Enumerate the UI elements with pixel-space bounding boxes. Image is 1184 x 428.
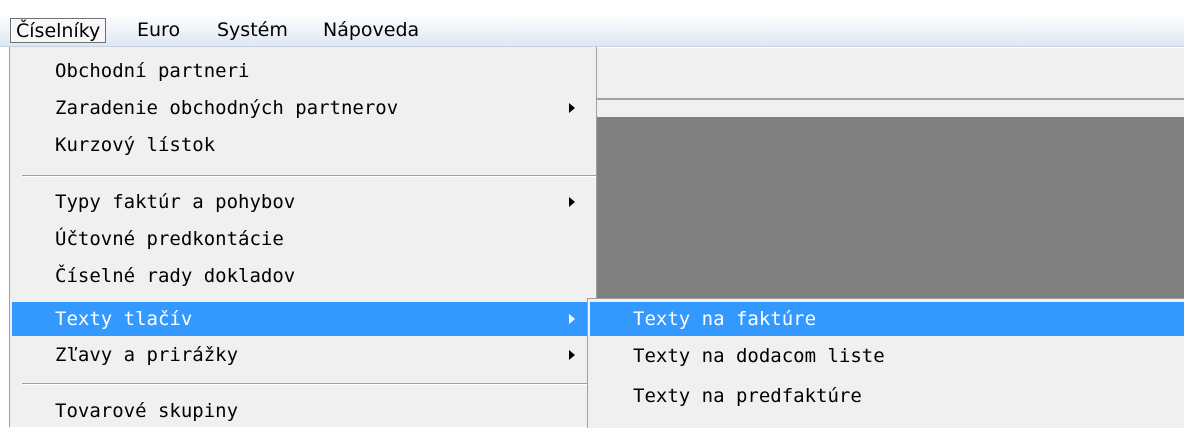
menu-item-zaradenie-partnerov[interactable]: Zaradenie obchodných partnerov <box>10 91 596 125</box>
menu-item-uctovne-predkontacie[interactable]: Účtovné predkontácie <box>10 222 596 256</box>
submenu-item-label: Texty na faktúre <box>633 308 817 330</box>
menu-separator <box>22 383 596 385</box>
menu-item-label: Typy faktúr a pohybov <box>55 191 296 213</box>
menu-item-label: Kurzový lístok <box>55 134 216 156</box>
dropdown-menu: Obchodní partneri Zaradenie obchodných p… <box>9 47 597 427</box>
chevron-right-icon <box>569 197 575 207</box>
menu-item-label: Číselné rady dokladov <box>55 265 296 287</box>
menu-item-kurzovy-listok[interactable]: Kurzový lístok <box>10 128 596 162</box>
workspace-area <box>596 117 1184 301</box>
menu-item-label: Obchodní partneri <box>55 60 250 82</box>
menu-item-label: Zľavy a prirážky <box>55 344 239 366</box>
chevron-right-icon <box>569 103 575 113</box>
menubar-item-system[interactable]: Systém <box>212 18 293 43</box>
menu-item-obchodni-partneri[interactable]: Obchodní partneri <box>10 54 596 88</box>
submenu-item-label: Texty na predfaktúre <box>633 385 862 407</box>
submenu-texty-tlaciv: Texty na faktúre Texty na dodacom liste … <box>587 298 1184 428</box>
submenu-item-texty-na-fakture[interactable]: Texty na faktúre <box>590 302 1184 336</box>
chevron-right-icon <box>569 350 575 360</box>
toolbar-area <box>596 48 1184 100</box>
menubar-item-euro[interactable]: Euro <box>132 18 185 43</box>
menu-bar: Číselníky Euro Systém Nápoveda <box>0 14 1184 47</box>
menu-item-label: Tovarové skupiny <box>55 400 239 422</box>
menu-item-tovarove-skupiny[interactable]: Tovarové skupiny <box>10 394 596 428</box>
menu-item-ciselne-rady[interactable]: Číselné rady dokladov <box>10 259 596 293</box>
menu-item-label: Texty tlačív <box>55 308 193 330</box>
submenu-item-label: Texty na dodacom liste <box>633 345 885 367</box>
submenu-item-texty-na-predfakture[interactable]: Texty na predfaktúre <box>588 379 1184 413</box>
menu-separator <box>22 175 596 177</box>
menu-item-label: Účtovné predkontácie <box>55 228 284 250</box>
chevron-right-icon <box>569 314 575 324</box>
submenu-item-texty-na-dodacom-liste[interactable]: Texty na dodacom liste <box>588 339 1184 373</box>
menu-item-label: Zaradenie obchodných partnerov <box>55 97 399 119</box>
menu-item-typy-faktur[interactable]: Typy faktúr a pohybov <box>10 185 596 219</box>
menu-item-texty-tlaciv[interactable]: Texty tlačív <box>12 302 594 336</box>
menubar-item-napoveda[interactable]: Nápoveda <box>318 18 424 43</box>
menu-item-zlavy-prirazky[interactable]: Zľavy a prirážky <box>10 338 596 372</box>
menubar-item-ciselniky[interactable]: Číselníky <box>10 18 107 43</box>
